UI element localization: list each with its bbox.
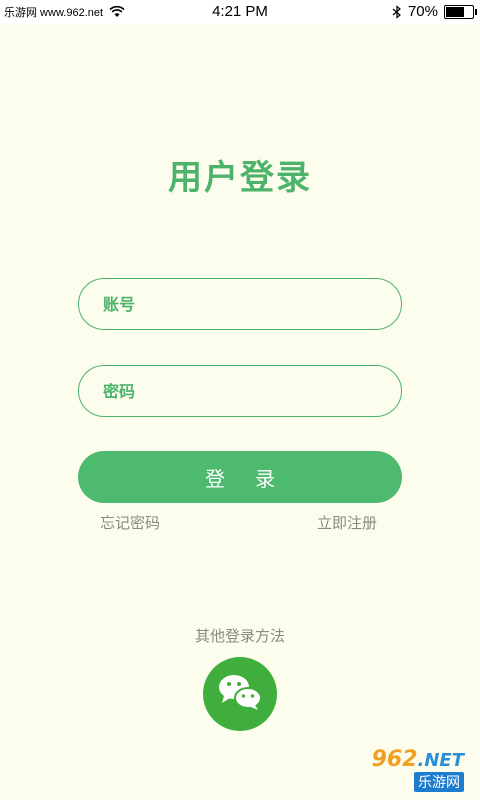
battery-percent: 70% [407,3,438,20]
password-field[interactable] [78,365,402,417]
wechat-icon [216,672,264,716]
battery-fill [446,6,465,17]
other-login-label: 其他登录方法 [194,627,285,645]
bluetooth-icon [392,4,402,19]
account-input[interactable] [103,294,383,314]
login-button[interactable]: 登录 [78,451,402,503]
forgot-password-link[interactable]: 忘记密码 [100,512,160,533]
register-link[interactable]: 立即注册 [317,512,377,533]
watermark-name: 乐游网 [414,772,464,792]
watermark-logo: 962.NET 乐游网 [346,747,474,794]
account-field[interactable] [78,278,402,330]
watermark-suffix: .NET [417,750,464,771]
status-right: 70% [392,3,477,20]
battery-icon [444,4,477,19]
password-input[interactable] [103,381,383,401]
page-title: 用户登录 [168,158,312,198]
watermark-brand: 962 [371,747,418,772]
status-bar: 乐游网 www.962.net 4:21 PM 70% [0,0,480,24]
wechat-login-button[interactable] [203,657,277,731]
